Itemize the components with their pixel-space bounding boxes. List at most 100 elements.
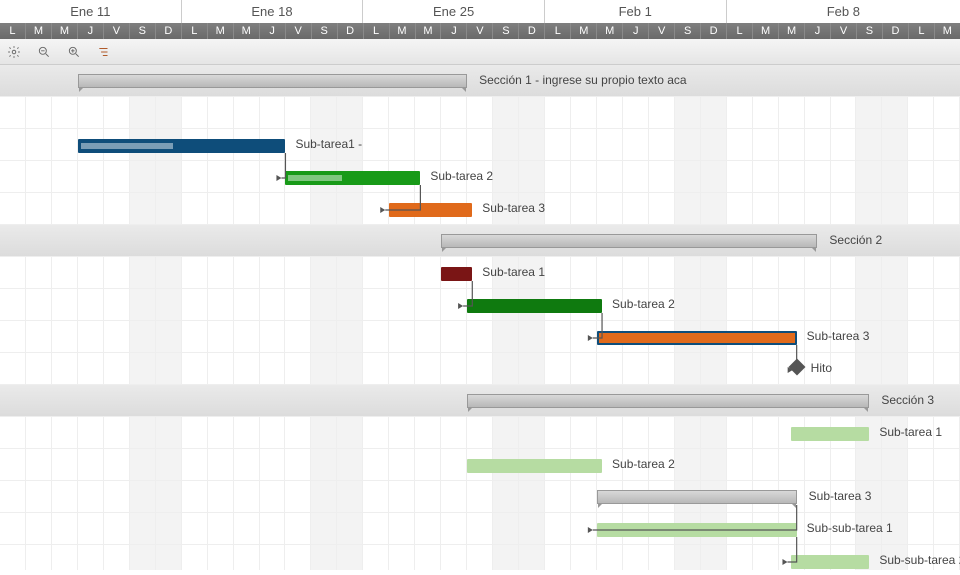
day-header: V (649, 23, 675, 39)
task-bar[interactable] (441, 267, 472, 281)
section-row: Sección 3 (0, 385, 960, 417)
summary-bar[interactable] (597, 490, 797, 504)
task-bar[interactable] (791, 427, 869, 441)
summary-bar[interactable] (467, 394, 869, 408)
gantt-rows: Sección 1 - ingrese su propio texto aca S… (0, 65, 960, 570)
day-header: V (104, 23, 130, 39)
row-label: Sub-tarea 2 (612, 457, 675, 471)
section-row: Sección 2 (0, 225, 960, 257)
row-label: Sección 2 (829, 233, 882, 247)
gantt-chart: Ene 11Ene 18Ene 25Feb 1Feb 8 LMMJVSDLMMJ… (0, 0, 960, 575)
row-label: Sub-tarea 3 (807, 329, 870, 343)
task-row: Sub-tarea 3 (0, 193, 960, 225)
blank-row (0, 97, 960, 129)
week-header: Ene 25 (363, 0, 545, 23)
day-header: M (597, 23, 623, 39)
task-progress (288, 175, 341, 181)
day-header: L (909, 23, 935, 39)
task-row: Sub-tarea 2 (0, 161, 960, 193)
row-label: Sección 3 (881, 393, 934, 407)
row-label: Sub-tarea 1 (879, 425, 942, 439)
days-row: LMMJVSDLMMJVSDLMMJVSDLMMJVSDLMMJVSDLM (0, 23, 960, 39)
day-header: D (156, 23, 182, 39)
row-label: Hito (811, 361, 832, 375)
day-header: D (338, 23, 364, 39)
day-header: S (130, 23, 156, 39)
row-label: Sub-sub-tarea 1 (807, 521, 893, 535)
task-row: Sub-tarea 1 (0, 417, 960, 449)
task-row: Sub-tarea 1 (0, 257, 960, 289)
day-header: S (857, 23, 883, 39)
gantt-toolbar (0, 39, 960, 65)
milestone-diamond[interactable] (788, 359, 805, 376)
task-bar[interactable] (597, 331, 797, 345)
outline-icon[interactable] (96, 44, 112, 60)
week-header: Ene 18 (182, 0, 364, 23)
gantt-grid[interactable]: Sección 1 - ingrese su propio texto aca S… (0, 65, 960, 570)
week-header: Ene 11 (0, 0, 182, 23)
row-label: Sub-tarea 3 (482, 201, 545, 215)
week-header: Feb 1 (545, 0, 727, 23)
day-header: M (571, 23, 597, 39)
row-label: Sub-tarea 2 (430, 169, 493, 183)
task-bar[interactable] (791, 555, 869, 569)
row-label: Sub-tarea 3 (809, 489, 872, 503)
gear-icon[interactable] (6, 44, 22, 60)
task-row: Sub-tarea 3 (0, 481, 960, 513)
day-header: M (208, 23, 234, 39)
row-label: Sección 1 - ingrese su propio texto aca (479, 73, 686, 87)
task-row: Sub-sub-tarea 1 (0, 513, 960, 545)
day-header: D (883, 23, 909, 39)
day-header: M (753, 23, 779, 39)
task-bar[interactable] (78, 139, 286, 153)
day-header: M (390, 23, 416, 39)
day-header: L (0, 23, 26, 39)
day-header: S (312, 23, 338, 39)
day-header: M (26, 23, 52, 39)
day-header: J (260, 23, 286, 39)
day-header: J (623, 23, 649, 39)
task-row: Sub-tarea 2 (0, 449, 960, 481)
task-row: Sub-tarea 2 (0, 289, 960, 321)
task-bar[interactable] (597, 523, 797, 537)
day-header: L (545, 23, 571, 39)
task-progress (81, 143, 174, 149)
task-bar[interactable] (285, 171, 420, 185)
task-bar[interactable] (389, 203, 472, 217)
day-header: V (831, 23, 857, 39)
day-header: V (286, 23, 312, 39)
day-header: J (441, 23, 467, 39)
task-bar[interactable] (467, 299, 602, 313)
day-header: D (519, 23, 545, 39)
row-label: Sub-tarea1 - (295, 137, 362, 151)
task-row: Sub-tarea1 - (0, 129, 960, 161)
milestone-row: Hito (0, 353, 960, 385)
row-label: Sub-tarea 1 (482, 265, 545, 279)
day-header: M (779, 23, 805, 39)
day-header: J (805, 23, 831, 39)
zoom-in-icon[interactable] (66, 44, 82, 60)
day-header: L (182, 23, 208, 39)
day-header: S (493, 23, 519, 39)
day-header: M (234, 23, 260, 39)
task-row: Sub-tarea 3 (0, 321, 960, 353)
day-header: M (416, 23, 442, 39)
day-header: M (935, 23, 960, 39)
row-label: Sub-tarea 2 (612, 297, 675, 311)
day-header: M (52, 23, 78, 39)
day-header: D (701, 23, 727, 39)
task-row: Sub-sub-tarea 2 (0, 545, 960, 575)
day-header: J (78, 23, 104, 39)
day-header: S (675, 23, 701, 39)
day-header: L (727, 23, 753, 39)
summary-bar[interactable] (441, 234, 817, 248)
zoom-out-icon[interactable] (36, 44, 52, 60)
summary-bar[interactable] (78, 74, 467, 88)
day-header: V (467, 23, 493, 39)
timescale-header: Ene 11Ene 18Ene 25Feb 1Feb 8 LMMJVSDLMMJ… (0, 0, 960, 39)
task-bar[interactable] (467, 459, 602, 473)
week-header: Feb 8 (727, 0, 960, 23)
weeks-row: Ene 11Ene 18Ene 25Feb 1Feb 8 (0, 0, 960, 23)
day-header: L (364, 23, 390, 39)
row-label: Sub-sub-tarea 2 (879, 553, 960, 567)
